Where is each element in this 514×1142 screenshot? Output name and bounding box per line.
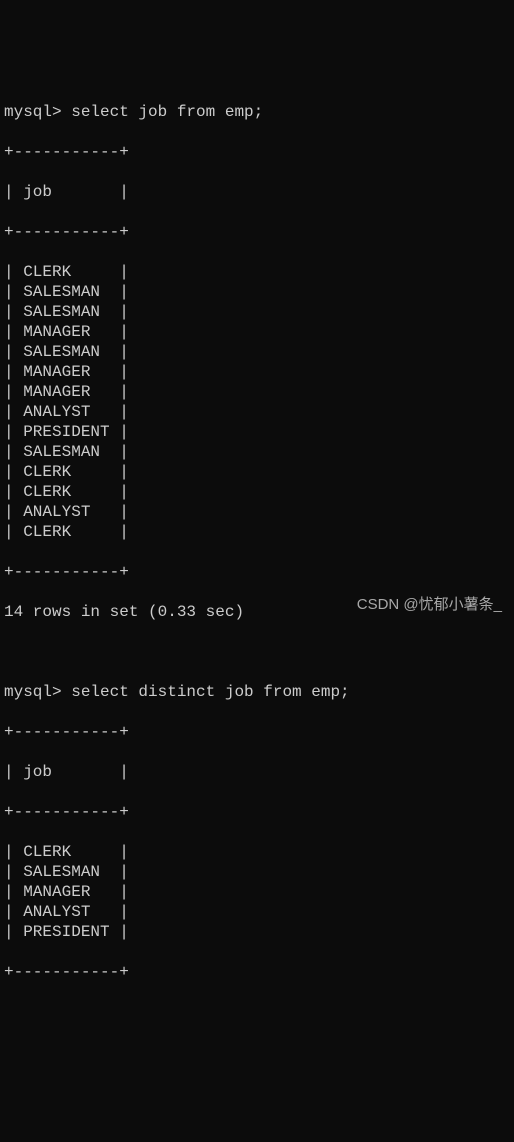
table-body-2: | CLERK || SALESMAN || MANAGER || ANALYS… <box>4 842 510 942</box>
table-row: | CLERK | <box>4 462 510 482</box>
table-divider: +-----------+ <box>4 142 510 162</box>
table-row: | MANAGER | <box>4 882 510 902</box>
table-divider: +-----------+ <box>4 722 510 742</box>
table-row: | ANALYST | <box>4 902 510 922</box>
table-row: | SALESMAN | <box>4 282 510 302</box>
prompt-line-2: mysql> select distinct job from emp; <box>4 682 510 702</box>
table-header-row: | job | <box>4 182 510 202</box>
table-body-1: | CLERK || SALESMAN || SALESMAN || MANAG… <box>4 262 510 542</box>
table-divider: +-----------+ <box>4 962 510 982</box>
column-header-job: job <box>23 763 52 781</box>
status-line-1: 14 rows in set (0.33 sec) <box>4 602 510 622</box>
mysql-prompt: mysql> <box>4 103 62 121</box>
table-row: | MANAGER | <box>4 322 510 342</box>
table-row: | SALESMAN | <box>4 342 510 362</box>
sql-statement-1: select job from emp; <box>62 103 264 121</box>
table-row: | SALESMAN | <box>4 862 510 882</box>
table-divider: +-----------+ <box>4 562 510 582</box>
table-row: | PRESIDENT | <box>4 922 510 942</box>
table-row: | ANALYST | <box>4 402 510 422</box>
table-row: | PRESIDENT | <box>4 422 510 442</box>
terminal-output: mysql> select job from emp; +-----------… <box>4 82 510 1002</box>
table-divider: +-----------+ <box>4 222 510 242</box>
table-row: | MANAGER | <box>4 362 510 382</box>
table-row: | CLERK | <box>4 262 510 282</box>
table-header-row: | job | <box>4 762 510 782</box>
prompt-line-1: mysql> select job from emp; <box>4 102 510 122</box>
blank-line <box>4 642 510 662</box>
table-row: | ANALYST | <box>4 502 510 522</box>
column-header-job: job <box>23 183 52 201</box>
sql-statement-2: select distinct job from emp; <box>62 683 350 701</box>
table-row: | CLERK | <box>4 482 510 502</box>
mysql-prompt: mysql> <box>4 683 62 701</box>
table-divider: +-----------+ <box>4 802 510 822</box>
table-row: | SALESMAN | <box>4 442 510 462</box>
table-row: | CLERK | <box>4 522 510 542</box>
table-row: | SALESMAN | <box>4 302 510 322</box>
table-row: | CLERK | <box>4 842 510 862</box>
table-row: | MANAGER | <box>4 382 510 402</box>
